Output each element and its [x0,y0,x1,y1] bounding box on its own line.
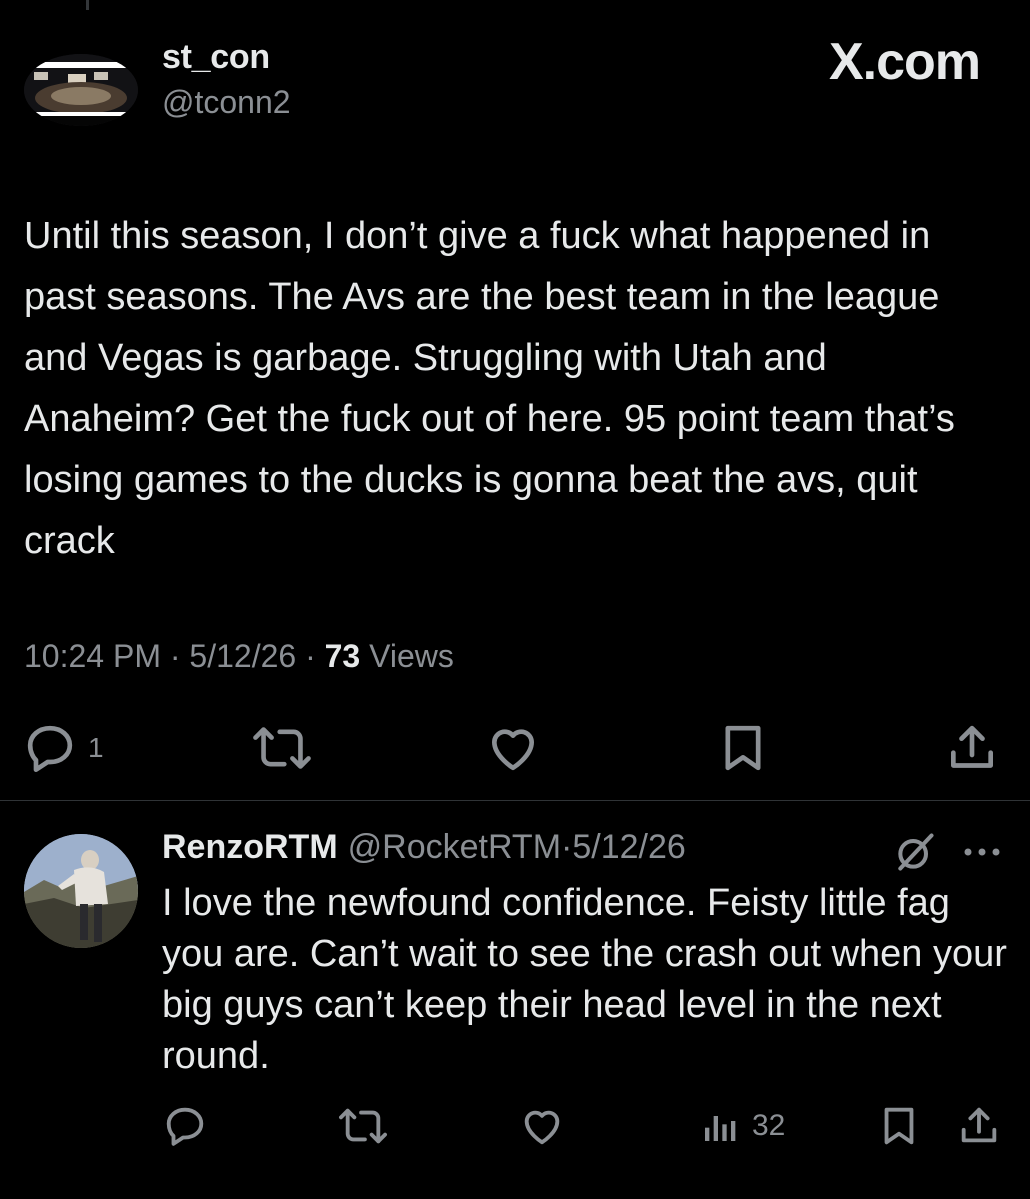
retweet-icon [253,727,311,769]
reply-count: 1 [88,732,104,763]
reply-header: RenzoRTM @RocketRTM·5/12/26 [162,828,686,867]
thread-connector [86,0,89,10]
bookmark-icon [725,725,761,771]
reply-icon [166,1107,204,1146]
like-button[interactable] [484,718,542,778]
share-button[interactable] [944,718,1000,778]
author-handle[interactable]: @tconn2 [162,84,291,121]
reply-views-button[interactable]: 32 [700,1098,785,1154]
like-icon [492,729,534,771]
bookmark-button[interactable] [715,718,771,778]
reply-date[interactable]: ·5/12/26 [561,828,686,866]
retweet-icon [339,1108,387,1144]
retweet-button[interactable] [252,718,312,778]
author-name[interactable]: st_con [162,38,270,77]
views-count: 73 [324,638,361,674]
tweet-date[interactable]: 5/12/26 [189,638,296,674]
views-icon [705,1116,736,1141]
reply-author-avatar[interactable] [24,834,138,948]
reply-reply-button[interactable] [162,1098,208,1154]
tweet-meta: 10:24 PM · 5/12/26 · 73 Views [24,638,454,675]
views-label: Views [369,638,454,674]
meta-separator: · [305,638,316,674]
reply-button[interactable]: 1 [22,718,104,778]
reply-icon [27,725,73,773]
tweet-actions: 1 [0,718,1030,778]
reply-actions: 32 [0,1098,1030,1154]
reply-retweet-button[interactable] [338,1098,388,1154]
reply-views-count: 32 [752,1109,786,1142]
like-icon [524,1110,560,1145]
brand-watermark: X.com [828,33,981,91]
bookmark-icon [884,1107,914,1145]
author-avatar[interactable] [24,54,138,126]
tweet-divider [0,800,1030,801]
tweet-text: Until this season, I don’t give a fuck w… [24,215,955,562]
reply-bookmark-button[interactable] [876,1098,922,1154]
share-icon [951,725,993,768]
reply-share-button[interactable] [956,1098,1002,1154]
tweet-time[interactable]: 10:24 PM [24,638,161,674]
reply-author-handle[interactable]: @RocketRTM [348,828,561,866]
grok-icon[interactable] [893,830,937,874]
reply-author-name[interactable]: RenzoRTM [162,828,338,866]
more-icon[interactable] [960,838,1004,866]
reply-text: I love the newfound confidence. Feisty l… [162,882,1007,1077]
meta-separator: · [169,638,181,674]
reply-like-button[interactable] [518,1098,566,1154]
share-icon [961,1107,997,1143]
